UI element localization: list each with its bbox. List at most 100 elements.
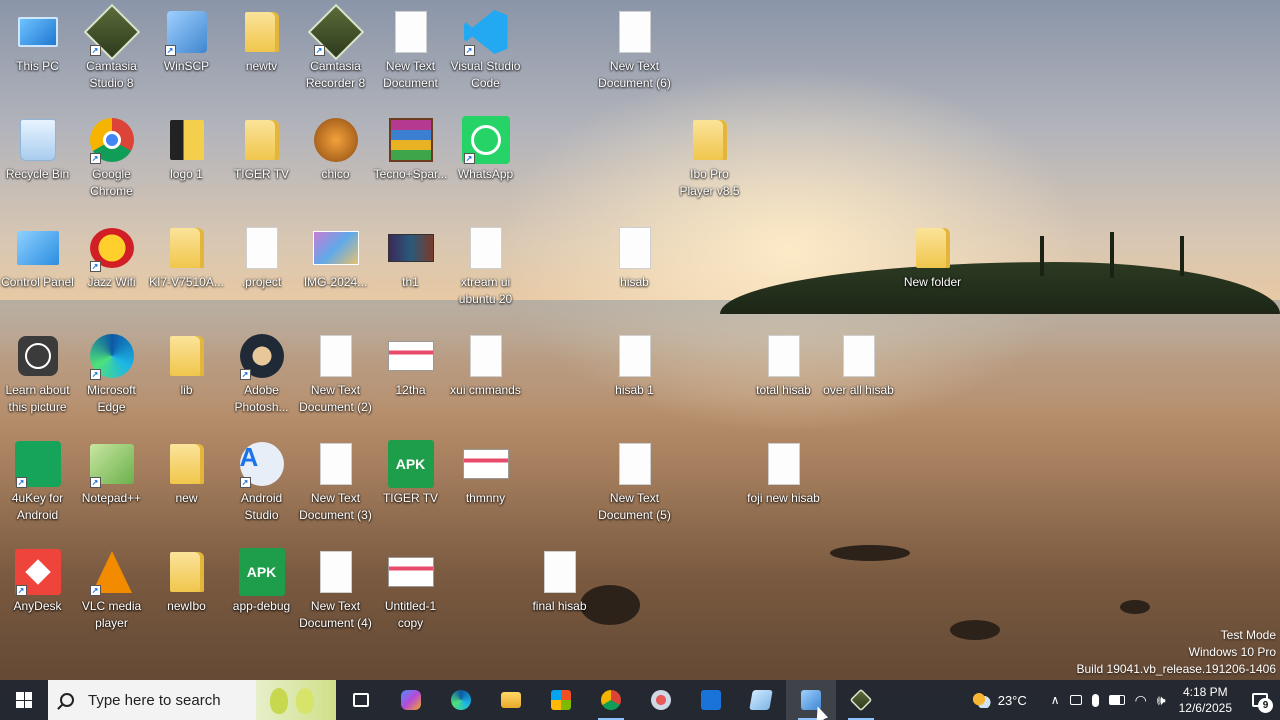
text-document-icon (462, 224, 510, 272)
wifi-icon: ◠ (1134, 691, 1147, 708)
desktop-icon-chico[interactable]: chico (298, 110, 373, 214)
desktop-icon-lib[interactable]: lib (149, 326, 224, 430)
desktop-icon-label: xtream ui ubuntu 20 (458, 275, 513, 306)
taskbar-file-explorer[interactable] (486, 680, 536, 720)
desktop-icon-google-chrome[interactable]: ↗ Google Chrome (74, 110, 149, 214)
desktop-icon-control-panel[interactable]: Control Panel (0, 218, 75, 322)
desktop-icon-foji-new-hisab[interactable]: foji new hisab (746, 434, 821, 538)
desktop-icon-xui-commands[interactable]: xui cmmands (448, 326, 523, 430)
desktop-icon-adobe-photoshop[interactable]: ↗ Adobe Photosh... (224, 326, 299, 430)
desktop-icon-anydesk[interactable]: ↗ AnyDesk (0, 542, 75, 646)
desktop-icon-ibo-pro-player[interactable]: Ibo Pro Player v8.5 (672, 110, 747, 214)
desktop-icon-untitled-1-copy[interactable]: Untitled-1 copy (373, 542, 448, 646)
start-button[interactable] (0, 680, 48, 720)
desktop-icon-new-text-document-5[interactable]: New Text Document (5) (597, 434, 672, 538)
desktop-icon-new-text-document-4[interactable]: New Text Document (4) (298, 542, 373, 646)
desktop-icon-app-debug[interactable]: APK app-debug (224, 542, 299, 646)
battery-icon (1108, 695, 1125, 705)
desktop-icon-project-file[interactable]: .project (224, 218, 299, 322)
desktop-icon-whatsapp[interactable]: ↗ WhatsApp (448, 110, 523, 214)
image-icon (387, 332, 435, 380)
taskbar-winscp[interactable] (786, 680, 836, 720)
shortcut-arrow-icon: ↗ (313, 45, 325, 56)
desktop-icon-camtasia-studio[interactable]: ↗ Camtasia Studio 8 (74, 2, 149, 106)
notification-center-button[interactable]: 9 (1240, 680, 1280, 720)
desktop-icon-label: Untitled-1 copy (384, 599, 437, 630)
taskbar-outlook[interactable] (686, 680, 736, 720)
desktop-icon-tiger-tv-folder[interactable]: TIGER TV (224, 110, 299, 214)
show-hidden-icons-button[interactable]: ∧ (1046, 680, 1065, 720)
shortcut-arrow-icon: ↗ (89, 369, 101, 380)
image-icon (462, 440, 510, 488)
folder-icon (909, 224, 957, 272)
desktop-icon-new-text-document[interactable]: New Text Document (373, 2, 448, 106)
watermark-line: Build 19041.vb_release.191206-1406 (1076, 662, 1277, 676)
desktop-icon-new-text-document-2[interactable]: New Text Document (2) (298, 326, 373, 430)
desktop-icon-12tha[interactable]: 12tha (373, 326, 448, 430)
desktop-icon-learn-about-picture[interactable]: Learn about this picture (0, 326, 75, 430)
desktop-icon-final-hisab[interactable]: final hisab (522, 542, 597, 646)
taskbar-edge[interactable] (436, 680, 486, 720)
shortcut-arrow-icon: ↗ (15, 585, 27, 596)
desktop-icon-label: xui cmmands (450, 383, 521, 397)
taskbar-camtasia-recorder[interactable] (836, 680, 886, 720)
desktop-icon-label: total hisab (756, 383, 811, 397)
winrar-icon (387, 116, 435, 164)
desktop-icon-over-all-hisab[interactable]: over all hisab (821, 326, 896, 430)
desktop-icon-winscp[interactable]: ↗ WinSCP (149, 2, 224, 106)
weather-widget[interactable]: 23°C (967, 680, 1032, 720)
desktop-icon-new-text-document-6[interactable]: New Text Document (6) (597, 2, 672, 106)
tray-volume[interactable]: 🕪 (1152, 680, 1171, 720)
desktop-icon-this-pc[interactable]: This PC (0, 2, 75, 106)
desktop-icon-logo1[interactable]: logo 1 (149, 110, 224, 214)
search-input[interactable] (88, 691, 258, 709)
taskbar-clock[interactable]: 4:18 PM 12/6/2025 (1171, 684, 1240, 716)
desktop-icon-camtasia-recorder[interactable]: ↗ Camtasia Recorder 8 (298, 2, 373, 106)
desktop-icon-newibo[interactable]: newIbo (149, 542, 224, 646)
desktop-icon-tiger-tv-apk[interactable]: APK TIGER TV (373, 434, 448, 538)
desktop-icon-ki7-folder[interactable]: KI7-V7510A... (149, 218, 224, 322)
tray-touch-keyboard[interactable] (1065, 680, 1087, 720)
taskbar-microsoft-store[interactable] (536, 680, 586, 720)
taskbar-notepad[interactable] (736, 680, 786, 720)
desktop-icon-label: Jazz Wifi (87, 275, 136, 289)
desktop-icon-th1[interactable]: th1 (373, 218, 448, 322)
desktop-icon-label: New Text Document (6) (598, 59, 671, 90)
desktop-icon-hisab[interactable]: hisab (597, 218, 672, 322)
desktop-icon-vlc[interactable]: ↗ VLC media player (74, 542, 149, 646)
desktop-icon-tecno-spark[interactable]: Tecno+Spar... (373, 110, 448, 214)
text-document-icon (611, 8, 659, 56)
taskbar-search-box[interactable] (48, 680, 336, 720)
desktop-icon-4ukey[interactable]: ↗ 4uKey for Android (0, 434, 75, 538)
text-document-icon (312, 332, 360, 380)
desktop-icon-newtv[interactable]: newtv (224, 2, 299, 106)
desktop-icon-microsoft-edge[interactable]: ↗ Microsoft Edge (74, 326, 149, 430)
desktop-icon-notepad-plus[interactable]: ↗ Notepad++ (74, 434, 149, 538)
tiger-image-icon (312, 116, 360, 164)
desktop-icon-android-studio[interactable]: A ↗ Android Studio (224, 434, 299, 538)
tray-battery[interactable] (1104, 680, 1130, 720)
desktop-icon-thmnny[interactable]: thmnny (448, 434, 523, 538)
taskbar-chrome[interactable] (586, 680, 636, 720)
desktop-icon-hisab-1[interactable]: hisab 1 (597, 326, 672, 430)
desktop-icon-jazz-wifi[interactable]: ↗ Jazz Wifi (74, 218, 149, 322)
desktop-icon-new-folder[interactable]: New folder (895, 218, 970, 322)
desktop-icon-vscode[interactable]: ↗ Visual Studio Code (448, 2, 523, 106)
taskbar-copilot[interactable] (386, 680, 436, 720)
tray-network[interactable]: ◠ (1130, 680, 1152, 720)
task-view-icon (353, 693, 369, 707)
taskbar-snipping-tool[interactable] (636, 680, 686, 720)
tray-microphone[interactable] (1087, 680, 1104, 720)
desktop-icon-new-folder-2[interactable]: new (149, 434, 224, 538)
desktop-icon-img-2024[interactable]: IMG-2024... (298, 218, 373, 322)
desktop-icon-total-hisab[interactable]: total hisab (746, 326, 821, 430)
desktop-icon-label: Notepad++ (81, 491, 142, 505)
shortcut-arrow-icon: ↗ (89, 585, 101, 596)
desktop-icon-recycle-bin[interactable]: Recycle Bin (0, 110, 75, 214)
desktop-icon-label: VLC media player (81, 599, 142, 630)
desktop-icon-xtream-ui[interactable]: xtream ui ubuntu 20 (448, 218, 523, 322)
task-view-button[interactable] (336, 680, 386, 720)
shortcut-arrow-icon: ↗ (239, 477, 251, 488)
desktop-icon-label: newIbo (167, 599, 206, 613)
desktop-icon-new-text-document-3[interactable]: New Text Document (3) (298, 434, 373, 538)
